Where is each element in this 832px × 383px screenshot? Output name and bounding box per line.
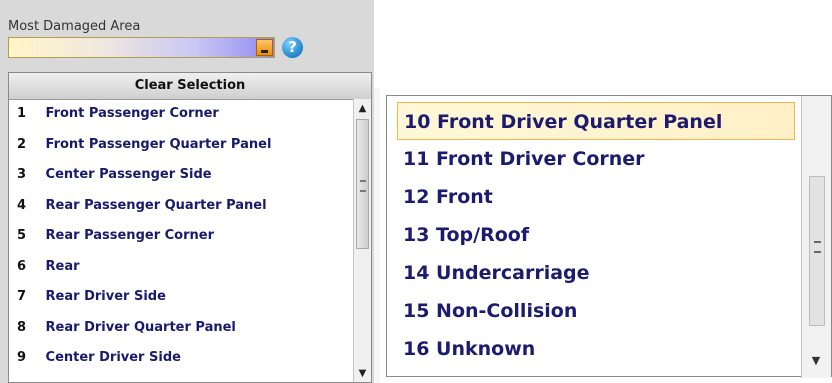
- dropdown-scrollbar[interactable]: ▲ ▼: [353, 99, 371, 382]
- list-item[interactable]: 3 Center Passenger Side: [9, 160, 351, 191]
- list-item[interactable]: 8 Rear Driver Quarter Panel: [9, 313, 351, 344]
- scroll-up-icon[interactable]: ▲: [354, 99, 371, 117]
- clear-selection-button[interactable]: Clear Selection: [9, 73, 371, 100]
- scroll-down-icon[interactable]: ▼: [354, 364, 371, 382]
- item-number: 5: [17, 228, 27, 243]
- item-number: 4: [17, 197, 27, 213]
- item-label: Rear Passenger Quarter Panel: [45, 197, 267, 213]
- list-item[interactable]: 16 Unknown: [397, 330, 795, 368]
- item-label: Center Driver Side: [45, 350, 181, 365]
- field-label: Most Damaged Area: [8, 19, 141, 34]
- item-label: Rear Driver Side: [45, 289, 166, 304]
- item-number: 1: [17, 106, 27, 121]
- scroll-thumb[interactable]: [809, 176, 825, 326]
- help-icon[interactable]: ?: [282, 37, 303, 58]
- list-item[interactable]: 6 Rear: [9, 252, 351, 283]
- item-label: Rear Passenger Corner: [45, 228, 214, 243]
- list-item[interactable]: 9 Center Driver Side: [9, 343, 351, 374]
- list-item[interactable]: 13 Top/Roof: [397, 216, 795, 254]
- list-item[interactable]: 12 Front: [397, 178, 795, 216]
- item-number: 9: [17, 350, 27, 365]
- list-item[interactable]: 10 Front Driver Quarter Panel: [397, 102, 795, 140]
- list-item[interactable]: 11 Front Driver Corner: [397, 140, 795, 178]
- list-item[interactable]: 7 Rear Driver Side: [9, 282, 351, 313]
- list-item[interactable]: 2 Front Passenger Quarter Panel: [9, 130, 351, 161]
- item-number: 8: [17, 319, 27, 335]
- item-number: 7: [17, 289, 27, 304]
- most-damaged-area-combobox[interactable]: [8, 37, 275, 58]
- scroll-thumb[interactable]: [356, 119, 369, 249]
- list-item[interactable]: 14 Undercarriage: [397, 254, 795, 292]
- list-item[interactable]: 4 Rear Passenger Quarter Panel: [9, 191, 351, 222]
- item-label: Center Passenger Side: [45, 167, 212, 182]
- item-number: 3: [17, 167, 27, 182]
- zoomed-dropdown-list: 10 Front Driver Quarter Panel 11 Front D…: [397, 102, 795, 368]
- zoomed-scrollbar[interactable]: ▼: [801, 96, 831, 378]
- item-number: 2: [17, 136, 27, 152]
- scroll-down-icon[interactable]: ▼: [808, 352, 824, 368]
- zoomed-dropdown-panel: 10 Front Driver Quarter Panel 11 Front D…: [386, 95, 832, 378]
- item-label: Front Passenger Corner: [45, 106, 219, 121]
- dropdown-panel: Clear Selection 1 Front Passenger Corner…: [8, 72, 372, 383]
- item-label: Front Passenger Quarter Panel: [45, 136, 272, 152]
- dropdown-list: 1 Front Passenger Corner 2 Front Passeng…: [9, 99, 351, 374]
- item-number: 6: [17, 258, 27, 274]
- separator: [374, 88, 380, 383]
- item-label: Rear: [45, 258, 80, 274]
- item-label: Rear Driver Quarter Panel: [45, 319, 236, 335]
- list-item[interactable]: 5 Rear Passenger Corner: [9, 221, 351, 252]
- chevron-down-icon[interactable]: [256, 39, 273, 56]
- list-item[interactable]: 1 Front Passenger Corner: [9, 99, 351, 130]
- list-item[interactable]: 15 Non-Collision: [397, 292, 795, 330]
